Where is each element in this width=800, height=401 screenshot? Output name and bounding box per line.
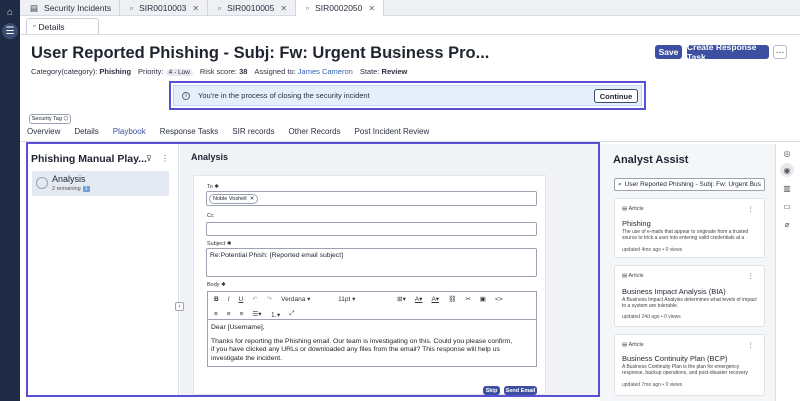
save-button[interactable]: Save (655, 45, 682, 59)
state-value: Review (381, 67, 408, 76)
article-description: The use of e-mails that appear to origin… (622, 229, 749, 241)
sub-tab-details[interactable]: ▫ Details (26, 18, 99, 34)
category-value: Phishing (99, 67, 132, 76)
article-type-label: Article (628, 206, 644, 212)
home-icon[interactable]: ⌂ (2, 4, 18, 20)
kebab-icon[interactable]: ⋮ (748, 341, 755, 349)
article-icon: ▤ (622, 206, 628, 212)
record-icon: ▫ (130, 3, 134, 13)
priority-field: Priority: 4 - Low (138, 67, 193, 76)
assigned-label: Assigned to: (254, 67, 296, 76)
article-description: A Business Impact Analysis determines wh… (622, 297, 757, 309)
priority-label: Priority: (138, 67, 164, 76)
assist-search-input[interactable]: ⌕ User Reported Phishing - Subj: Fw: Urg… (614, 178, 765, 191)
tab-label: SIR0002050 (315, 3, 363, 13)
tab-label: Security Incidents (44, 3, 112, 13)
article-type-label: Article (628, 342, 644, 348)
tab-security-incidents[interactable]: ▤ Security Incidents (20, 0, 121, 16)
info-icon: i (182, 91, 190, 100)
tag-icon: ⬡ (63, 116, 69, 122)
article-title[interactable]: Business Continuity Plan (BCP) (622, 354, 727, 363)
kebab-icon[interactable]: ⋮ (748, 272, 755, 280)
record-icon: ▫ (218, 3, 222, 13)
record-icon: ▫ (306, 3, 310, 13)
article-title[interactable]: Business Impact Analysis (BIA) (622, 287, 726, 296)
article-description: A Business Continuity Plan is the plan f… (622, 364, 748, 376)
record-meta: Category(category): Phishing Priority: 4… (31, 67, 407, 76)
article-card[interactable]: ▤ Article ⋮ Phishing The use of e-mails … (614, 198, 765, 258)
article-type: ▤ Article (622, 273, 644, 279)
analyst-assist-title: Analyst Assist (613, 154, 689, 166)
search-icon: ⌕ (618, 180, 622, 188)
article-card[interactable]: ▤ Article ⋮ Business Continuity Plan (BC… (614, 334, 765, 396)
article-icon: ▤ (622, 342, 628, 348)
close-icon[interactable]: ✕ (368, 4, 375, 13)
closing-banner: i You're in the process of closing the s… (173, 85, 642, 106)
page-title: User Reported Phishing - Subj: Fw: Urgen… (31, 44, 490, 62)
search-value: User Reported Phishing - Subj: Fw: Urgen… (624, 181, 761, 188)
banner-text: You're in the process of closing the sec… (198, 91, 370, 100)
article-title[interactable]: Phishing (622, 219, 651, 228)
category-field: Category(category): Phishing (31, 67, 131, 76)
tab-label: SIR0010003 (139, 3, 187, 13)
tab-label: SIR0010005 (227, 3, 275, 13)
risk-field: Risk score: 38 (200, 67, 248, 76)
article-footer: updated 24d ago • 0 views (622, 314, 681, 320)
tab-sir0010005[interactable]: ▫ SIR0010005 ✕ (208, 0, 297, 16)
sub-tab-label: Details (38, 21, 65, 32)
close-icon[interactable]: ✕ (280, 4, 287, 13)
attachment-icon[interactable]: ⌀ (780, 217, 794, 231)
risk-label: Risk score: (199, 67, 237, 76)
assigned-field: Assigned to: James Cameron (254, 67, 352, 76)
more-actions-button[interactable]: ··· (773, 45, 787, 59)
priority-badge: 4 - Low (165, 69, 193, 76)
record-icon: ▫ (33, 23, 36, 30)
article-type: ▤ Article (622, 342, 644, 348)
tab-sir0002050[interactable]: ▫ SIR0002050 ✕ (296, 0, 385, 16)
list-icon: ▤ (30, 2, 39, 13)
state-field: State: Review (360, 67, 408, 76)
security-tag-label: Security Tag (31, 116, 62, 122)
security-tag-button[interactable]: Security Tag ⬡ (29, 114, 71, 124)
left-rail: ⌂ ☰ (0, 0, 20, 401)
close-icon[interactable]: ✕ (192, 4, 199, 13)
tag-icon[interactable]: ⬡ (387, 49, 396, 60)
article-footer: updated 4mo ago • 0 views (622, 247, 683, 253)
playbook-icon[interactable]: ◉ (780, 163, 794, 177)
menu-icon[interactable]: ☰ (2, 23, 18, 39)
tab-sir0010003[interactable]: ▫ SIR0010003 ✕ (120, 0, 209, 16)
assigned-link[interactable]: James Cameron (298, 67, 353, 76)
top-tab-bar: ▤ Security Incidents ▫ SIR0010003 ✕ ▫ SI… (20, 0, 800, 16)
workspace-highlight (26, 142, 600, 397)
document-icon[interactable]: ▭ (780, 199, 794, 213)
continue-button[interactable]: Continue (594, 89, 638, 103)
article-icon: ▤ (622, 273, 628, 279)
category-label: Category(category): (31, 67, 98, 76)
create-response-task-button[interactable]: Create Response Task (687, 42, 769, 62)
divider (20, 34, 800, 35)
article-type-label: Article (628, 273, 644, 279)
book-icon[interactable]: ▥ (780, 181, 794, 195)
article-type: ▤ Article (622, 206, 644, 212)
risk-value: 38 (239, 67, 248, 76)
assist-icon[interactable]: ◎ (780, 146, 794, 160)
state-label: State: (359, 67, 380, 76)
article-footer: updated 7mo ago • 0 views (622, 382, 683, 388)
kebab-icon[interactable]: ⋮ (748, 205, 755, 213)
article-card[interactable]: ▤ Article ⋮ Business Impact Analysis (BI… (614, 265, 765, 327)
